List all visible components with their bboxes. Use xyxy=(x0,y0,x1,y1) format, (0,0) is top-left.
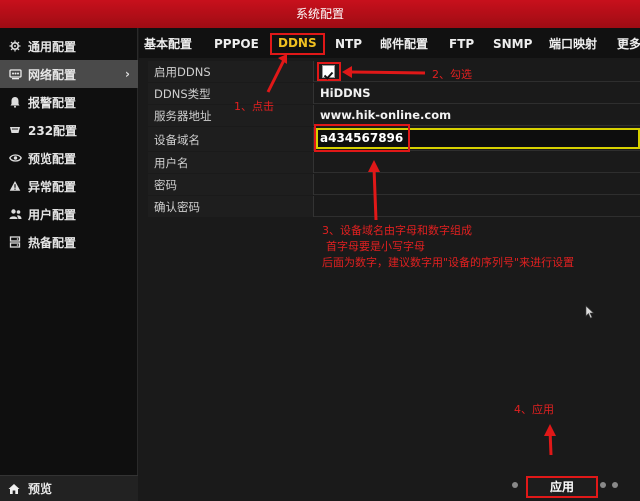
apply-button[interactable]: 应用 xyxy=(526,476,598,498)
annotation-arrows xyxy=(266,54,556,456)
status-dot-icon xyxy=(512,482,518,488)
annotation-step-4: 4、应用 xyxy=(514,403,554,416)
annotation-step-3-line3: 后面为数字，建议数字用"设备的序列号"来进行设置 xyxy=(322,256,575,269)
annotation-step-3-line2: 首字母要是小写字母 xyxy=(326,240,425,253)
mouse-cursor-icon xyxy=(585,305,595,319)
annotation-step-3-line1: 3、设备域名由字母和数字组成 xyxy=(322,224,472,237)
status-dot-icon xyxy=(600,482,606,488)
annotation-step-2: 2、勾选 xyxy=(432,68,472,81)
status-dot-icon xyxy=(612,482,618,488)
annotation-step-1: 1、点击 xyxy=(234,100,274,113)
